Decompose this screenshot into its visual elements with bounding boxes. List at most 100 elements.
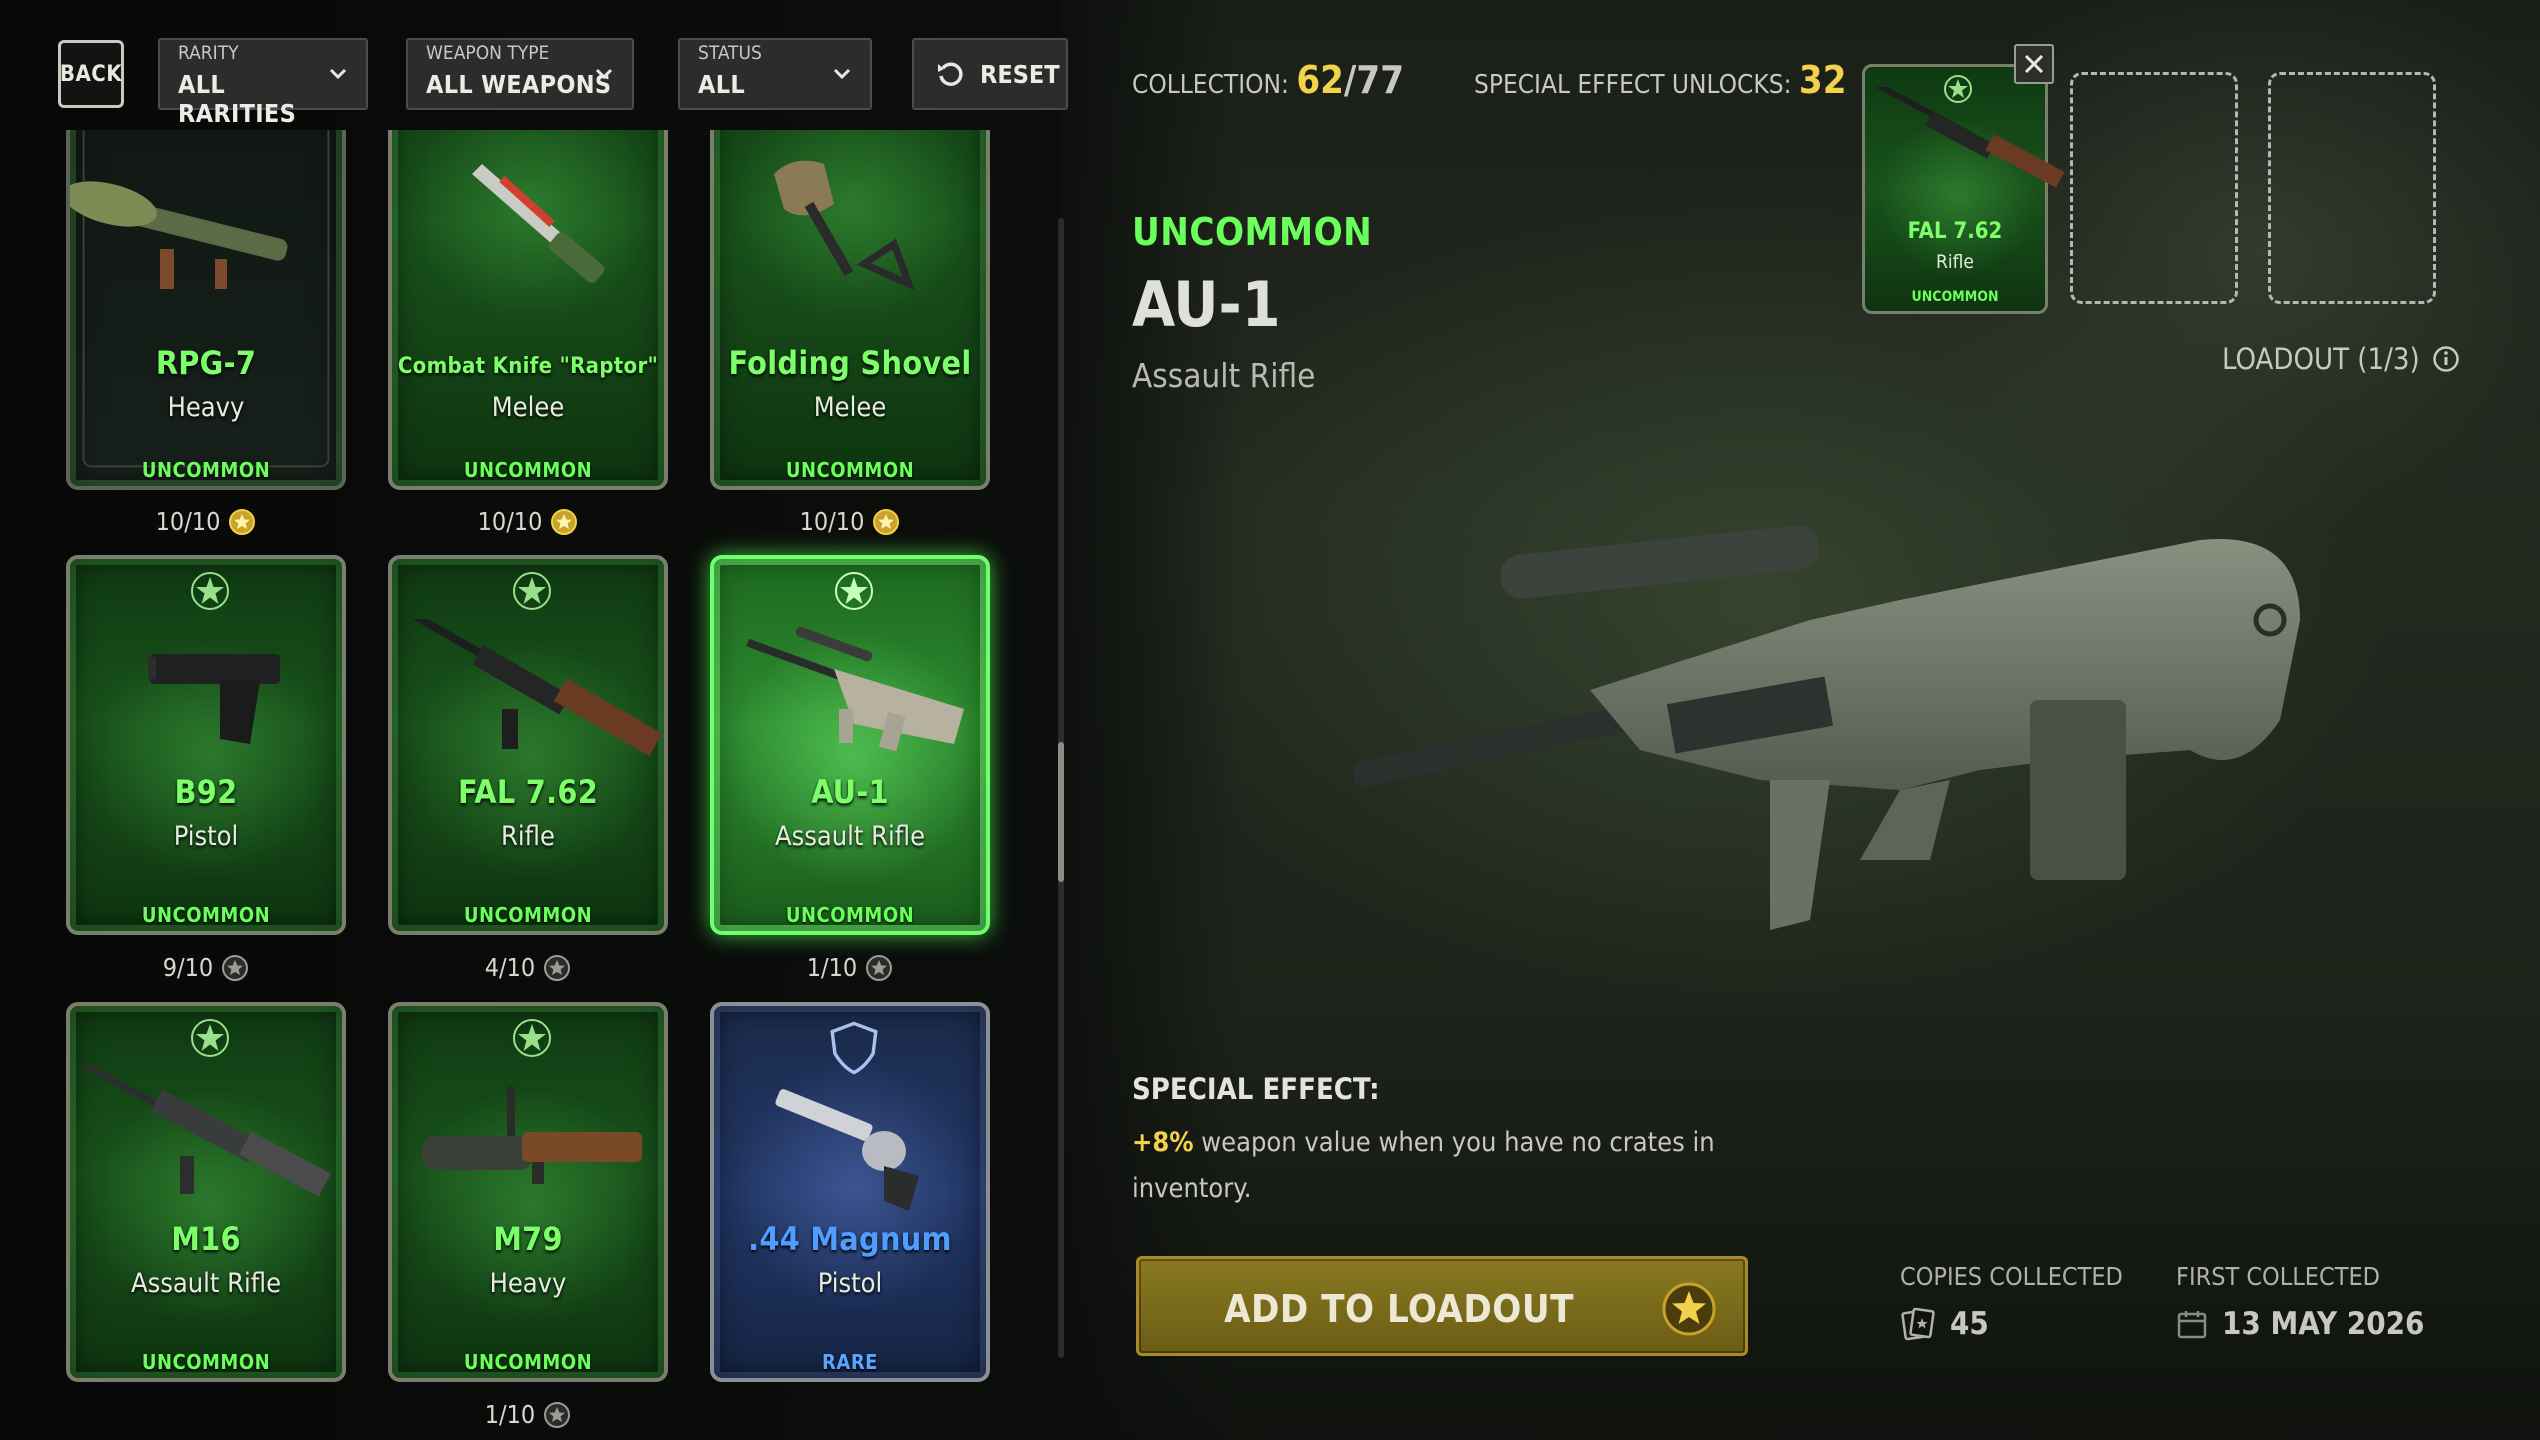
44-magnum-image [775, 1089, 919, 1211]
copies-collected-value: 45 [1900, 1306, 1989, 1342]
weapon-card-m79[interactable]: M79 Heavy UNCOMMON [388, 1002, 668, 1382]
reset-label: RESET [980, 59, 1060, 89]
back-button[interactable]: BACK [58, 40, 124, 108]
card-type: Melee [813, 392, 887, 423]
slot-weapon-type: Rifle [1936, 251, 1974, 273]
card-rarity: UNCOMMON [785, 458, 915, 482]
card-name: FAL 7.62 [457, 773, 599, 811]
locked-coin-icon [222, 954, 249, 981]
special-effect-text: +8% weapon value when you have no crates… [1132, 1127, 1715, 1204]
first-collected-label: FIRST COLLECTED [2176, 1262, 2380, 1291]
slot-weapon-rarity: UNCOMMON [1911, 289, 1999, 305]
calendar-icon [2177, 1311, 2207, 1339]
au-1-rifle-image [746, 626, 964, 752]
rarity-filter[interactable]: RARITY ALL RARITIES [158, 38, 368, 128]
card-name: AU-1 [811, 773, 889, 811]
card-name: RPG-7 [155, 344, 257, 382]
locked-coin-icon [866, 954, 893, 981]
chevron-down-icon [329, 68, 347, 80]
card-name: Combat Knife "Raptor" [397, 354, 659, 379]
card-name: M79 [493, 1220, 563, 1258]
status-filter[interactable]: STATUS ALL [678, 38, 872, 110]
weapon-card-m16[interactable]: M16 Assault Rifle UNCOMMON [66, 1002, 346, 1382]
card-type: Pistol [173, 821, 239, 852]
weapon-card-rpg-7[interactable]: RPG-7 Heavy UNCOMMON [66, 130, 346, 490]
card-rarity: UNCOMMON [463, 458, 593, 482]
card-type: Pistol [817, 1268, 883, 1299]
card-rarity: UNCOMMON [463, 1350, 593, 1374]
card-rarity: UNCOMMON [785, 903, 915, 927]
collection-stat: COLLECTION: 62/77 [1132, 58, 1404, 102]
fal-rifle-thumbnail [1860, 87, 2065, 188]
star-emblem-icon [513, 1019, 551, 1057]
folding-shovel-image [774, 160, 916, 291]
special-effect-title: SPECIAL EFFECT: [1132, 1072, 1380, 1106]
card-count: 4/10 [388, 953, 668, 982]
card-rarity: UNCOMMON [141, 1350, 271, 1374]
special-effect-percent: +8% [1132, 1127, 1194, 1158]
add-to-loadout-label: ADD TO LOADOUT [1224, 1287, 1574, 1331]
star-coin-icon [1662, 1282, 1716, 1336]
weapon-card-b92[interactable]: B92 Pistol UNCOMMON [66, 555, 346, 935]
weapon-type-filter-label: WEAPON TYPE [426, 42, 550, 64]
weapon-card-combat-knife[interactable]: Combat Knife "Raptor" Melee UNCOMMON [388, 130, 668, 490]
card-type: Assault Rifle [130, 1268, 282, 1299]
slot-weapon-name: FAL 7.62 [1907, 219, 2003, 244]
card-name: M16 [171, 1220, 241, 1258]
cards-icon [1901, 1307, 1935, 1341]
grid-scrollbar-thumb[interactable] [1058, 742, 1064, 882]
au-1-rifle-render [1352, 525, 2300, 930]
weapon-card-grid[interactable]: RPG-7 Heavy UNCOMMON 10/10 Combat Knife … [0, 130, 1040, 1440]
card-type: Heavy [167, 392, 245, 423]
card-count: 10/10 [388, 507, 668, 536]
unlocks-value: 32 [1798, 58, 1847, 102]
star-emblem-icon [513, 572, 551, 610]
weapon-card-44-magnum[interactable]: .44 Magnum Pistol RARE [710, 1002, 990, 1382]
fal-rifle-image [392, 619, 663, 757]
card-name: .44 Magnum [748, 1220, 952, 1258]
star-emblem-icon [191, 1019, 229, 1057]
detail-weapon-type: Assault Rifle [1132, 356, 1316, 395]
card-rarity: UNCOMMON [463, 903, 593, 927]
locked-coin-icon [544, 1401, 571, 1428]
b92-pistol-image [148, 654, 280, 744]
loadout-slot-3-empty[interactable] [2268, 72, 2436, 304]
status-filter-value: ALL [698, 70, 745, 99]
card-type: Assault Rifle [774, 821, 926, 852]
remove-from-loadout-button[interactable] [2014, 44, 2054, 84]
loadout-slot-2-empty[interactable] [2070, 72, 2238, 304]
star-coin-icon [229, 508, 256, 535]
rarity-filter-value: ALL RARITIES [178, 70, 297, 128]
card-rarity: UNCOMMON [141, 903, 271, 927]
m16-rifle-image [70, 1066, 331, 1197]
reset-icon [938, 62, 963, 86]
star-emblem-icon [191, 572, 229, 610]
info-icon[interactable] [2432, 345, 2460, 373]
weapon-type-filter-value: ALL WEAPONS [426, 70, 612, 99]
card-count: 1/10 [710, 953, 990, 982]
weapon-card-au-1[interactable]: AU-1 Assault Rifle UNCOMMON [710, 555, 990, 935]
card-rarity: UNCOMMON [141, 458, 271, 482]
weapon-card-folding-shovel[interactable]: Folding Shovel Melee UNCOMMON [710, 130, 990, 490]
close-icon [2024, 54, 2044, 74]
weapon-type-filter[interactable]: WEAPON TYPE ALL WEAPONS [406, 38, 634, 110]
card-type: Rifle [501, 821, 555, 852]
card-name: B92 [174, 773, 238, 811]
star-coin-icon [873, 508, 900, 535]
locked-coin-icon [544, 954, 571, 981]
collection-total: 77 [1356, 58, 1404, 102]
collection-owned: 62 [1296, 58, 1344, 102]
loadout-slot-1[interactable]: FAL 7.62 Rifle UNCOMMON [1860, 64, 2065, 314]
weapon-card-fal[interactable]: FAL 7.62 Rifle UNCOMMON [388, 555, 668, 935]
unlocks-stat: SPECIAL EFFECT UNLOCKS: 32 [1473, 58, 1847, 102]
combat-knife-image [472, 164, 605, 283]
chevron-down-icon [833, 68, 851, 80]
card-count: 10/10 [66, 507, 346, 536]
chevron-down-icon [595, 68, 613, 80]
star-coin-icon [551, 508, 578, 535]
card-count: 1/10 [388, 1400, 668, 1429]
first-collected-value: 13 MAY 2026 [2176, 1306, 2424, 1342]
loadout-count: LOADOUT (1/3) [2222, 342, 2460, 376]
add-to-loadout-button[interactable]: ADD TO LOADOUT [1136, 1256, 1748, 1356]
reset-button[interactable]: RESET [912, 38, 1068, 110]
